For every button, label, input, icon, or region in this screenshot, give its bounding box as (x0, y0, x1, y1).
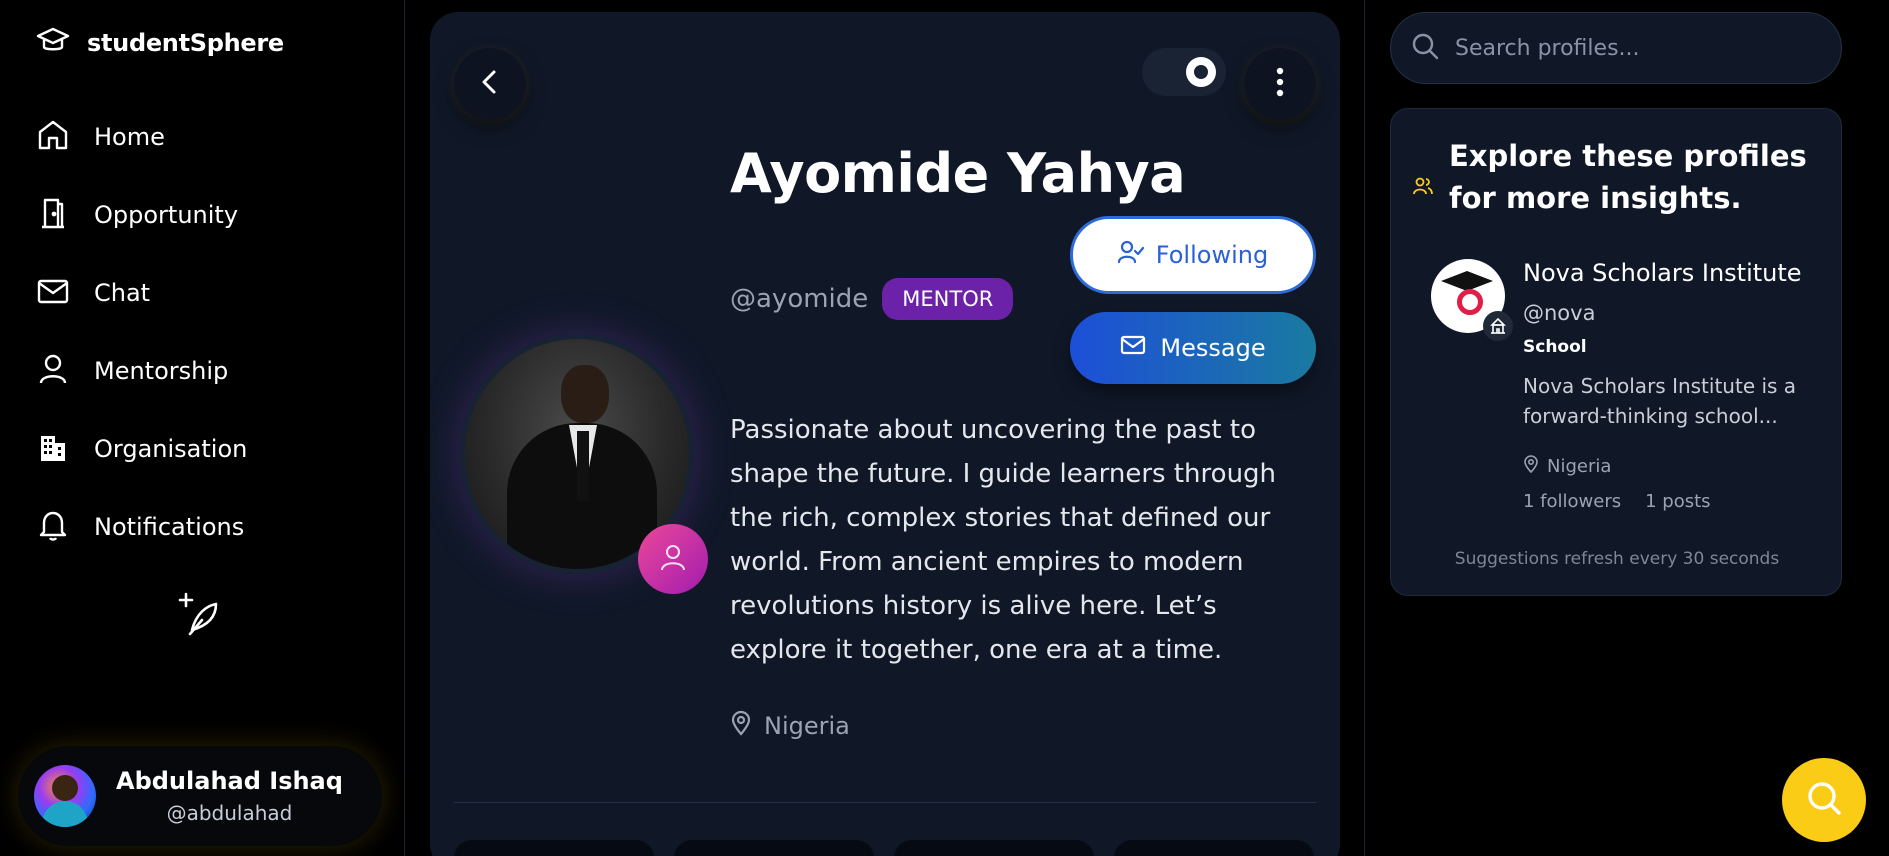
suggestions-title: Explore these profiles for more insights… (1449, 139, 1807, 215)
suggestion-handle: @nova (1523, 301, 1596, 325)
brand[interactable]: studentSphere (36, 26, 284, 60)
mail-icon (36, 274, 70, 312)
more-options-button[interactable] (1244, 48, 1316, 120)
feather-plus-icon (178, 592, 222, 640)
compose-post-button[interactable] (178, 592, 222, 636)
door-icon (36, 196, 70, 234)
sidebar-item-notifications[interactable]: Notifications (36, 488, 247, 566)
map-pin-icon (730, 710, 752, 742)
suggestions-footer: Suggestions refresh every 30 seconds (1454, 549, 1780, 569)
search-bar[interactable] (1390, 12, 1842, 84)
user-icon (36, 352, 70, 390)
profile-tab[interactable] (894, 840, 1094, 856)
suggestion-location-text: Nigeria (1547, 456, 1612, 477)
suggestion-stats: 1 followers 1 posts (1523, 491, 1711, 512)
divider (454, 802, 1316, 803)
sidebar-item-label: Organisation (94, 435, 248, 463)
graduation-cap-icon (36, 26, 70, 60)
profile-name: Ayomide Yahya (730, 142, 1186, 205)
sidebar-item-label: Opportunity (94, 201, 239, 229)
mail-icon (1120, 334, 1146, 362)
search-icon (1411, 32, 1439, 64)
suggestion-followers: 1 followers (1523, 491, 1622, 512)
home-icon (36, 118, 70, 156)
sidebar-item-chat[interactable]: Chat (36, 254, 247, 332)
back-button[interactable] (454, 48, 526, 120)
following-label: Following (1155, 241, 1269, 269)
users-icon (1413, 135, 1433, 219)
suggestion-description: Nova Scholars Institute is a forward-thi… (1523, 374, 1797, 428)
avatar (34, 765, 96, 827)
profile-tab[interactable] (1114, 840, 1314, 856)
suggestions-card: Explore these profiles for more insights… (1390, 108, 1842, 596)
divider (1364, 0, 1365, 856)
profile-panel: Ayomide Yahya @ayomide MENTOR Following … (430, 12, 1340, 856)
bell-icon (36, 508, 70, 546)
profile-handle: @ayomide (730, 284, 869, 314)
sidebar-item-label: Notifications (94, 513, 245, 541)
sidebar-item-label: Chat (94, 279, 151, 307)
more-vertical-icon (1276, 67, 1284, 101)
suggestions-header: Explore these profiles for more insights… (1413, 135, 1829, 219)
profile-location: Nigeria (730, 710, 850, 742)
mentor-avatar-badge (638, 524, 708, 594)
search-icon (1805, 779, 1843, 821)
profile-tab[interactable] (454, 840, 654, 856)
following-button[interactable]: Following (1070, 216, 1316, 294)
profile-avatar (460, 334, 708, 594)
sidebar-item-organisation[interactable]: Organisation (36, 410, 247, 488)
current-user-card[interactable]: Abdulahad Ishaq @abdulahad (18, 746, 382, 846)
suggestion-posts: 1 posts (1645, 491, 1711, 512)
suggestion-type: School (1523, 337, 1587, 357)
sidebar: studentSphere Home Opportunity Chat Ment… (0, 0, 405, 856)
map-pin-icon (1523, 455, 1539, 478)
user-check-icon (1117, 240, 1144, 270)
theme-toggle[interactable] (1142, 48, 1226, 96)
profile-tab[interactable] (674, 840, 874, 856)
handle-row: @ayomide MENTOR (730, 278, 1014, 320)
toggle-knob (1186, 57, 1216, 87)
building-icon (1483, 311, 1513, 341)
location-text: Nigeria (764, 712, 850, 740)
message-button[interactable]: Message (1070, 312, 1316, 384)
sidebar-item-label: Mentorship (94, 357, 229, 385)
user-name: Abdulahad Ishaq (116, 767, 343, 795)
profile-bio: Passionate about uncovering the past to … (730, 415, 1277, 665)
building-icon (36, 430, 70, 468)
sidebar-item-mentorship[interactable]: Mentorship (36, 332, 247, 410)
main-nav: Home Opportunity Chat Mentorship Organis… (36, 98, 247, 566)
brand-name: studentSphere (87, 29, 284, 57)
sidebar-item-home[interactable]: Home (36, 98, 247, 176)
sidebar-item-opportunity[interactable]: Opportunity (36, 176, 247, 254)
role-badge: MENTOR (882, 278, 1014, 320)
user-handle: @abdulahad (166, 801, 293, 825)
sidebar-item-label: Home (94, 123, 165, 151)
suggestion-location: Nigeria (1523, 455, 1611, 478)
suggestion-name: Nova Scholars Institute (1523, 259, 1802, 287)
chevron-left-icon (480, 69, 500, 99)
search-input[interactable] (1455, 35, 1815, 61)
message-label: Message (1160, 334, 1266, 362)
search-fab-button[interactable] (1782, 758, 1866, 842)
user-icon (658, 542, 688, 576)
